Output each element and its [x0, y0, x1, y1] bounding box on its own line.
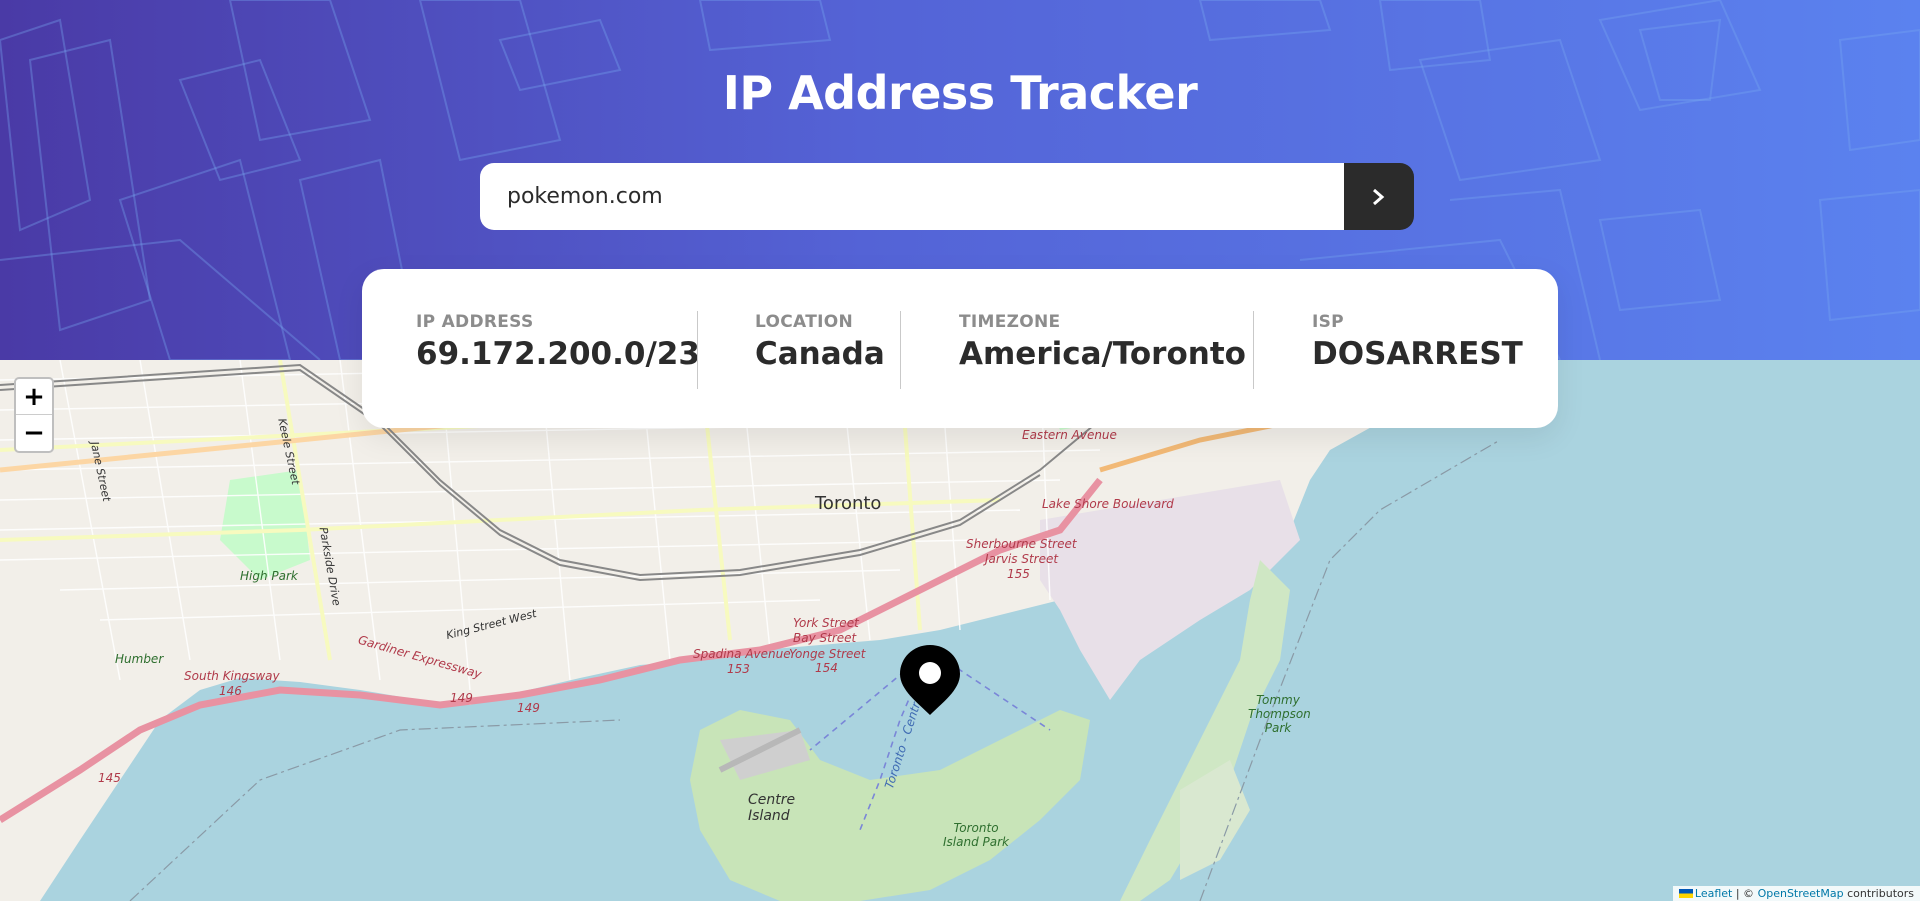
attribution-separator: | © — [1735, 887, 1755, 900]
divider — [900, 311, 901, 389]
map-label-road: 149 — [517, 701, 540, 715]
info-isp-value: DOSARREST — [1312, 336, 1523, 372]
map-label-park: Toronto Island Park — [943, 821, 1009, 849]
map-label-park: Tommy Thompson Park — [1248, 693, 1311, 735]
info-location-value: Canada — [755, 336, 885, 372]
info-isp: ISP DOSARREST — [1312, 312, 1523, 372]
info-card: IP ADDRESS 69.172.200.0/23 LOCATION Cana… — [362, 269, 1558, 428]
map-label-park: High Park — [240, 569, 298, 583]
map-label-road: South Kingsway — [184, 669, 280, 683]
info-isp-label: ISP — [1312, 312, 1344, 332]
info-timezone-label: TIMEZONE — [959, 312, 1061, 332]
search-input[interactable] — [480, 163, 1344, 230]
info-ip-address: IP ADDRESS 69.172.200.0/23 — [416, 312, 700, 372]
map-label-road: Lake Shore Boulevard — [1042, 497, 1174, 511]
ukraine-flag-icon — [1678, 889, 1693, 898]
map-label-road: 149 — [450, 691, 473, 705]
chevron-right-icon — [1373, 188, 1385, 205]
map-label-road: York Street — [793, 616, 859, 630]
info-location: LOCATION Canada — [755, 312, 885, 372]
map-label-road: Sherbourne Street — [966, 537, 1077, 551]
map-label-road: Bay Street — [793, 631, 857, 645]
attribution-contributors: contributors — [1847, 887, 1914, 900]
info-timezone: TIMEZONE America/Toronto — [959, 312, 1246, 372]
info-timezone-value: America/Toronto — [959, 336, 1246, 372]
zoom-in-button[interactable]: + — [16, 379, 52, 415]
map-attribution: Leaflet | © OpenStreetMap contributors — [1672, 886, 1920, 901]
zoom-out-button[interactable]: − — [16, 415, 52, 451]
search-submit-button[interactable] — [1344, 163, 1414, 230]
openstreetmap-link[interactable]: OpenStreetMap — [1758, 887, 1844, 900]
map-label-road: Eastern Avenue — [1022, 428, 1117, 442]
zoom-control: + − — [14, 377, 54, 453]
search-form — [480, 163, 1414, 230]
divider — [697, 311, 698, 389]
map-label-road: 154 — [815, 661, 838, 675]
map-label-road: 146 — [219, 684, 242, 698]
map-label-road: Spadina Avenue — [693, 647, 791, 661]
info-location-label: LOCATION — [755, 312, 853, 332]
divider — [1253, 311, 1254, 389]
map-label-park: Humber — [115, 652, 164, 666]
map-label-road: 145 — [98, 771, 121, 785]
map-label-island: Centre Island — [748, 792, 796, 824]
map-label-city: Toronto — [815, 493, 882, 514]
map-label-road: 153 — [727, 662, 750, 676]
location-pin-icon[interactable] — [898, 643, 962, 717]
info-ip-value: 69.172.200.0/23 — [416, 336, 700, 372]
map-label-road: Jarvis Street — [985, 552, 1059, 566]
page-title: IP Address Tracker — [722, 66, 1198, 120]
leaflet-link[interactable]: Leaflet — [1695, 887, 1732, 900]
map[interactable]: Toronto Eastern Avenue Lake Shore Boulev… — [0, 360, 1920, 901]
info-ip-label: IP ADDRESS — [416, 312, 534, 332]
map-label-road: Yonge Street — [789, 647, 866, 661]
map-label-road: 155 — [1007, 567, 1030, 581]
